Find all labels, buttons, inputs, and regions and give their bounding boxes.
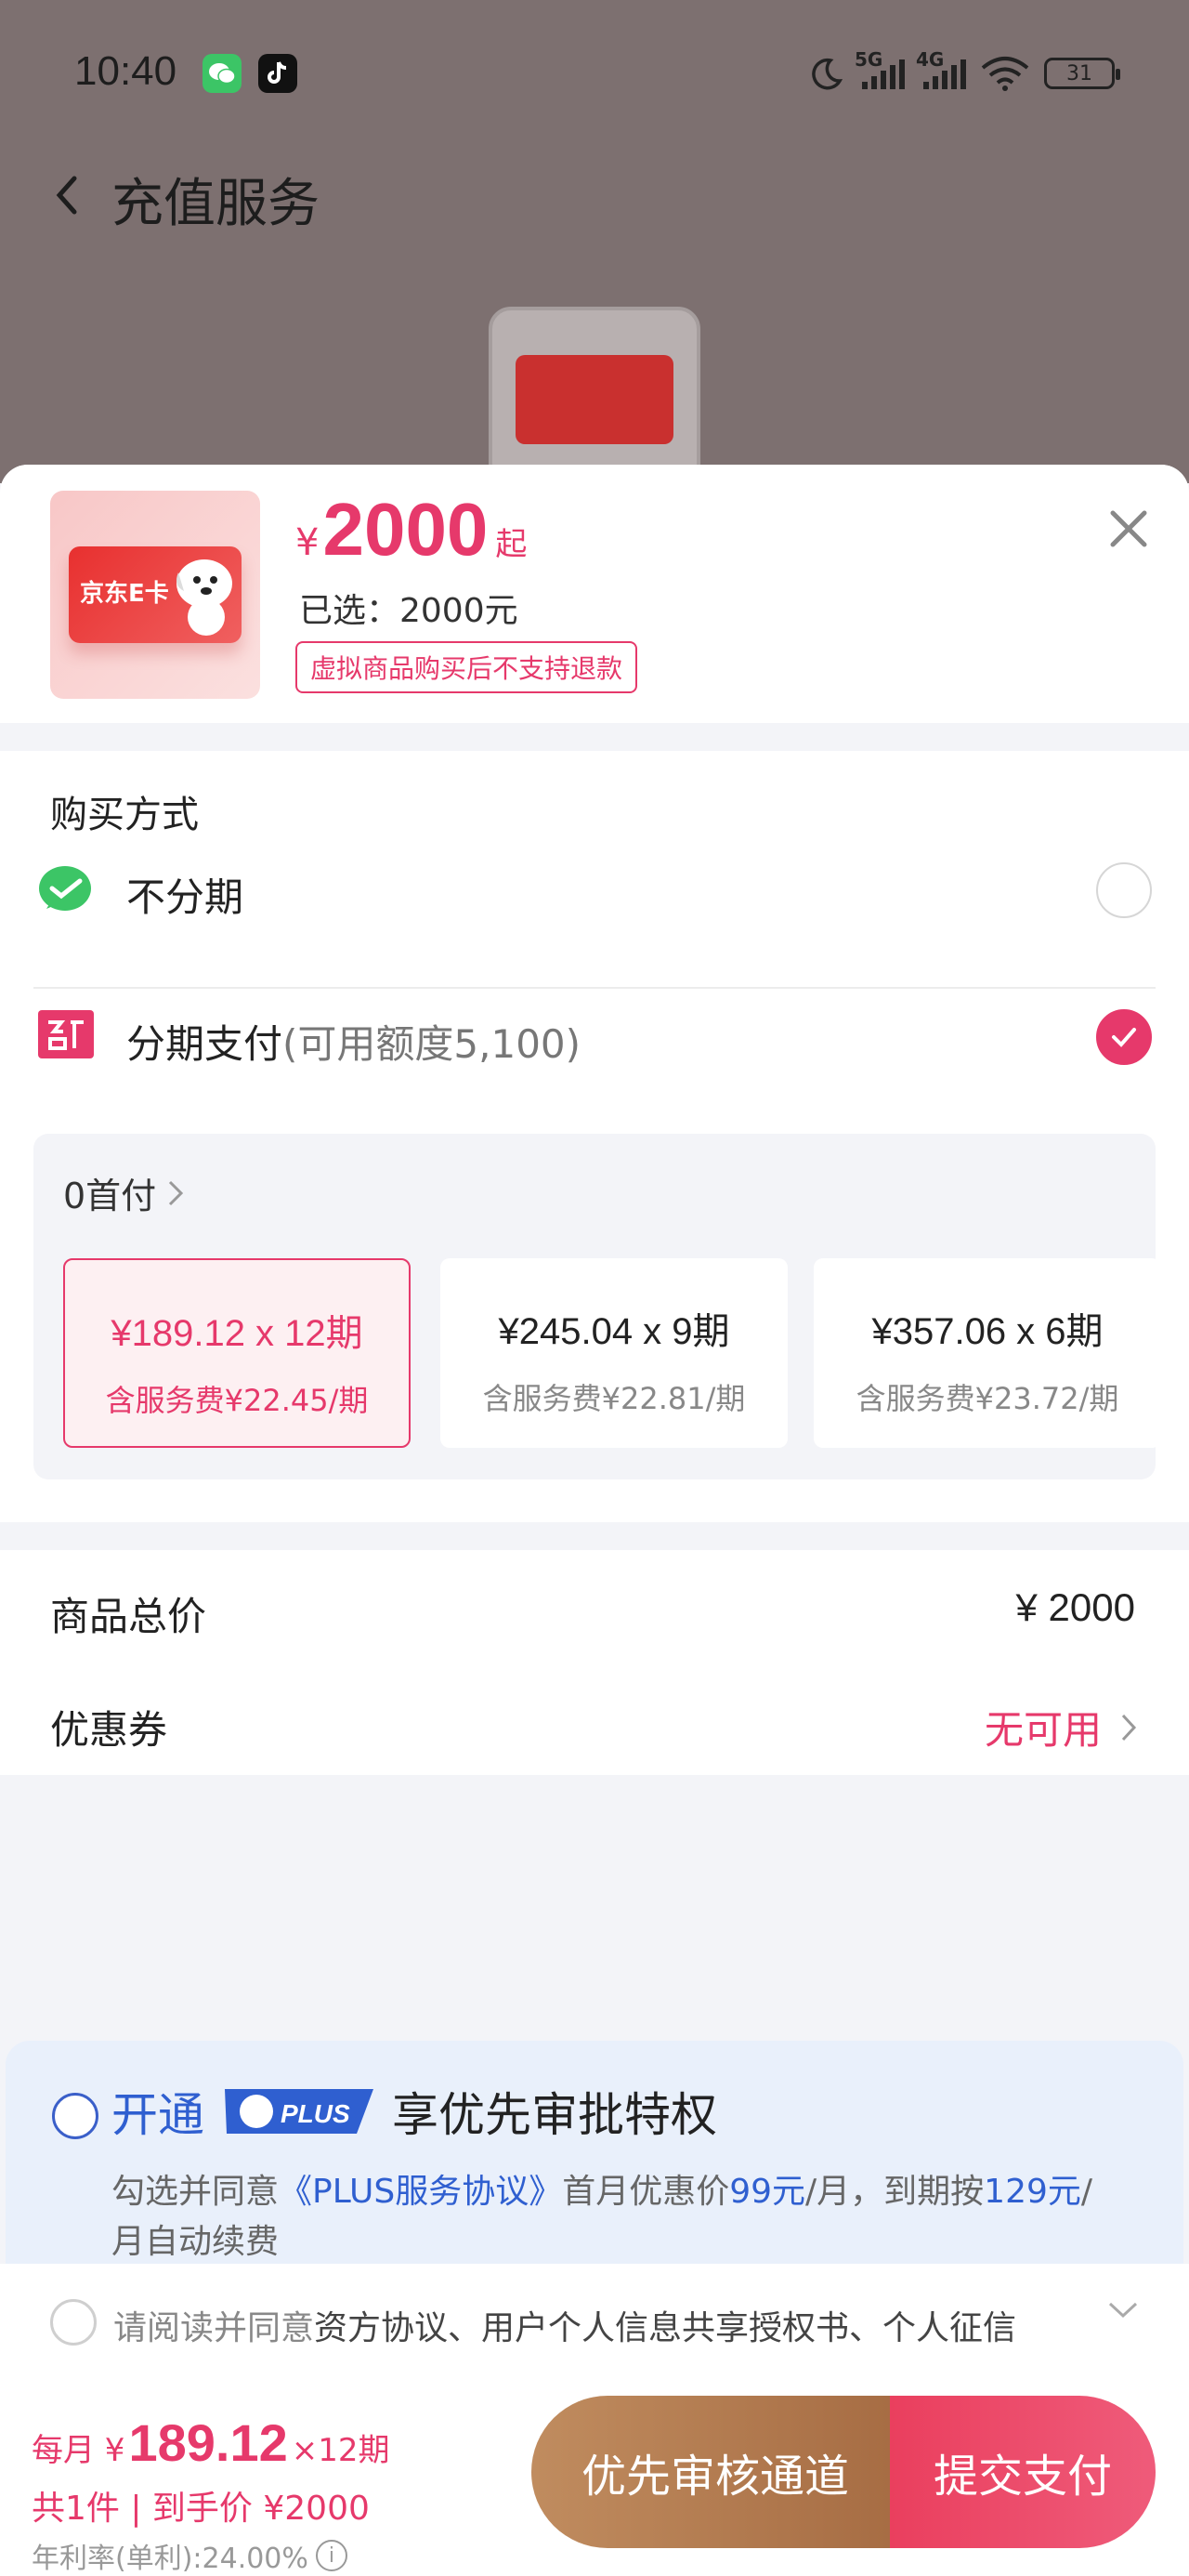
nav-bar: 充值服务 [0,149,1189,242]
checkout-bar: 每月 ¥ 189.12 ×12期 共1件 | 到手价 ¥2000 年利率(单利)… [0,2375,1189,2576]
divider [33,987,1156,989]
annual-rate: 年利率(单利):24.00% i [32,2535,347,2576]
info-icon[interactable]: i [315,2540,347,2571]
product-thumbnail: 京东E卡 [50,491,260,699]
back-arrow-icon[interactable] [48,169,85,221]
wechat-icon [203,54,242,93]
signal-5g-icon: 5G [855,48,905,89]
option-installment-label: 分期支付(可用额度5,100) [126,1021,581,1067]
down-payment-link[interactable]: 0首付 [63,1167,184,1218]
installment-radio[interactable] [1096,1009,1152,1065]
agreement-text[interactable]: 请阅读并同意资方协议、用户个人信息共享授权书、个人征信 [113,2301,1070,2349]
chevron-right-icon [169,1180,184,1205]
chevron-down-icon[interactable] [1107,2301,1139,2320]
priority-review-button[interactable]: 优先审核通道 [531,2396,899,2548]
tiktok-icon [258,54,297,93]
wechat-pay-icon [39,866,91,911]
battery-icon: 31 [1044,58,1120,89]
svg-text:PLUS: PLUS [281,2099,350,2128]
credit-limit: (可用额度5,100) [282,1021,581,1067]
status-bar: 10:40 5G 4G 31 [0,0,1189,149]
count-and-final-price: 共1件 | 到手价 ¥2000 [32,2490,370,2528]
plan-6-months[interactable]: ¥357.06 x 6期 含服务费¥23.72/期 [814,1258,1156,1448]
order-summary: 商品总价 ¥ 2000 优惠券 无可用 [0,1550,1189,1775]
total-price-value: ¥ 2000 [1015,1585,1135,1629]
installment-icon [38,1010,94,1058]
full-payment-radio[interactable] [1096,862,1152,918]
installment-plans: 0首付 ¥189.12 x 12期 含服务费¥22.45/期 ¥245.04 x… [33,1134,1156,1479]
total-price-row: 商品总价 ¥ 2000 [50,1585,1135,1639]
plus-agreement-link[interactable]: 《PLUS服务协议》 [279,2173,562,2211]
coupon-row[interactable]: 优惠券 无可用 [0,1676,1189,1769]
sheet-header: 京东E卡 ¥ 2000 起 已选：2000元 虚拟商品购买后不支持退款 [0,465,1189,723]
plus-badge-icon: PLUS [225,2089,373,2134]
option-full-payment[interactable]: 不分期 [0,844,1189,937]
purchase-method-title: 购买方式 [50,794,199,836]
close-icon[interactable] [1105,506,1152,552]
plus-description: 勾选并同意《PLUS服务协议》首月优惠价99元/月，到期按129元/月自动续费 [111,2173,1093,2261]
plan-12-months[interactable]: ¥189.12 x 12期 含服务费¥22.45/期 [63,1258,411,1448]
status-time: 10:40 [74,48,177,94]
signal-4g-icon: 4G [916,48,966,89]
option-installment[interactable]: 分期支付(可用额度5,100) [0,991,1189,1084]
plus-title: 开通 PLUS 享优先审批特权 [111,2078,717,2145]
chevron-right-icon [1121,1714,1137,1741]
plan-9-months[interactable]: ¥245.04 x 9期 含服务费¥22.81/期 [440,1258,788,1448]
option-full-label: 不分期 [126,874,244,920]
moon-icon [812,58,843,90]
purchase-method-section: 购买方式 不分期 分期支付(可用额度5,100) 0首付 ¥189.12 x 1… [0,751,1189,1522]
payment-sheet: 京东E卡 ¥ 2000 起 已选：2000元 虚拟商品购买后不支持退款 购买方式… [0,465,1189,2576]
selected-amount: 已选：2000元 [299,592,518,630]
submit-payment-button[interactable]: 提交支付 [890,2396,1156,2548]
coupon-value: 无可用 [985,1699,1137,1755]
no-refund-tag: 虚拟商品购买后不支持退款 [295,641,638,693]
card-text: 京东E卡 [80,580,169,608]
wifi-icon [981,57,1029,91]
monthly-payment: 每月 ¥ 189.12 ×12期 [32,2413,390,2472]
price: ¥ 2000 起 [295,488,528,571]
status-indicators: 5G 4G 31 [806,48,1120,97]
check-icon [1112,1028,1136,1047]
jd-dog-mascot-icon [176,559,232,636]
jd-ecard-image: 京东E卡 [69,546,242,643]
plus-radio[interactable] [52,2093,98,2139]
agreement-radio[interactable] [50,2299,97,2346]
page-title: 充值服务 [111,174,320,232]
agreement-row: 请阅读并同意资方协议、用户个人信息共享授权书、个人征信 [0,2264,1189,2375]
